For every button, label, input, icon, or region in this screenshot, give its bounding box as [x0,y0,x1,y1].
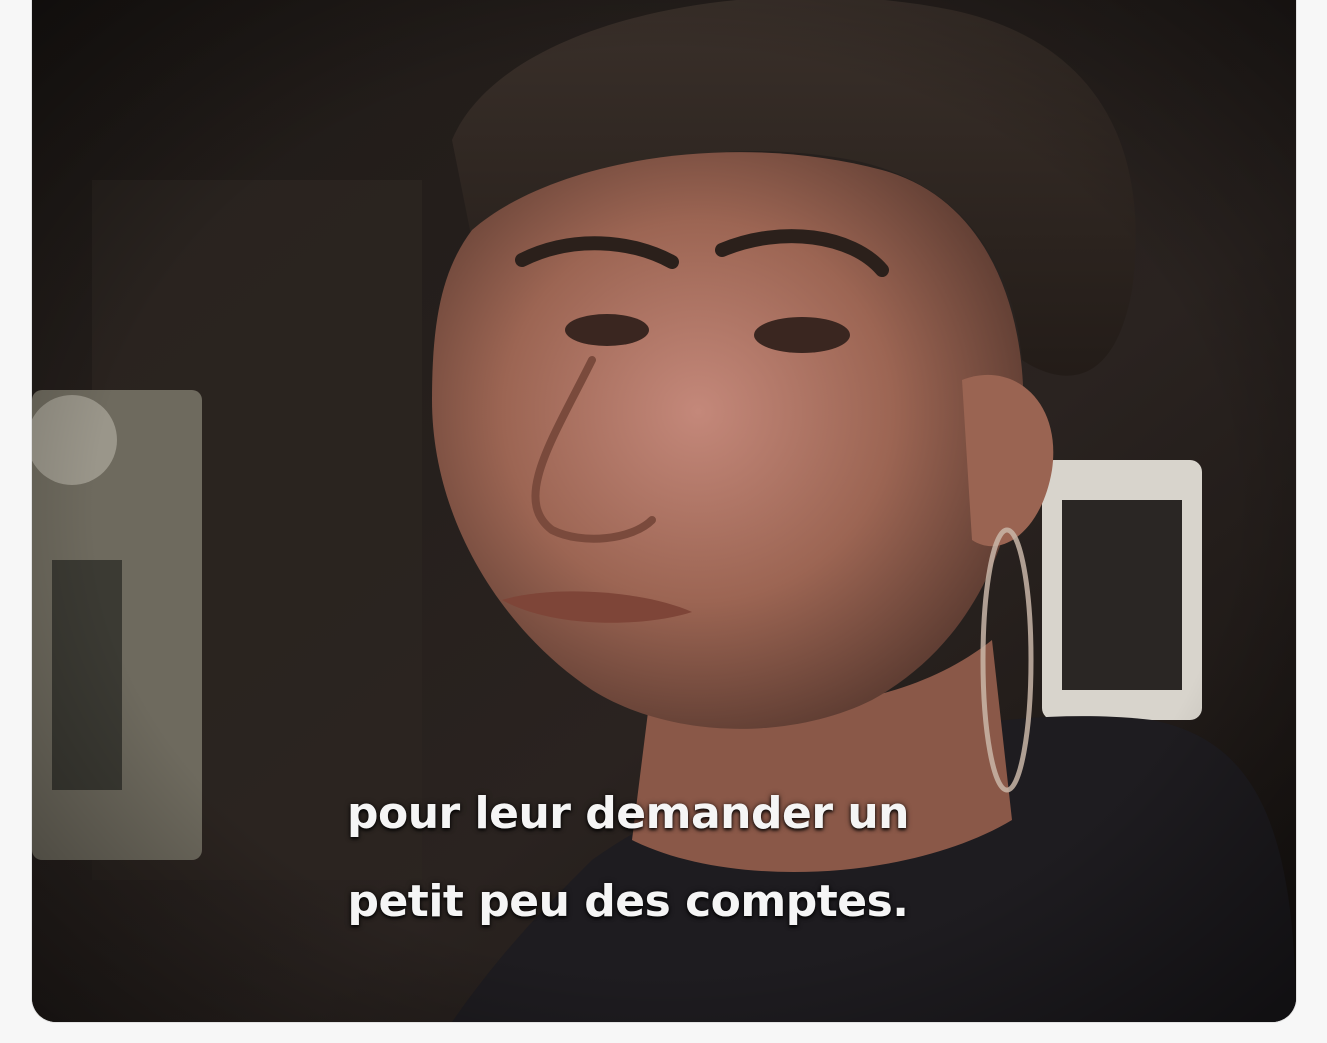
page: pour leur demander un petit peu des comp… [0,0,1327,1043]
video-frame-image [32,0,1296,1022]
video-player[interactable]: pour leur demander un petit peu des comp… [32,0,1296,1022]
